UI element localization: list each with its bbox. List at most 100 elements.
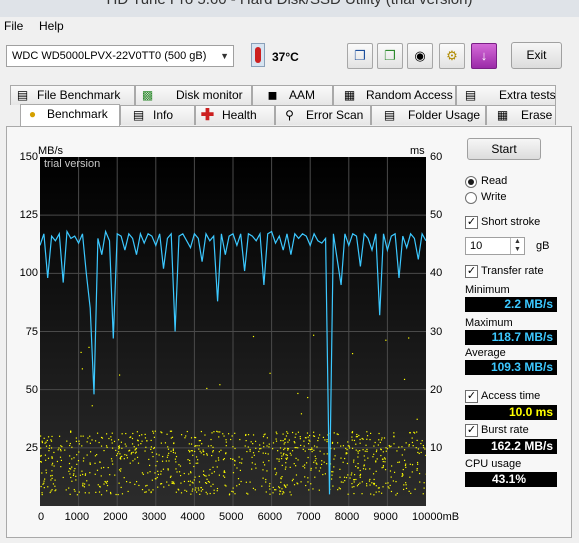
access-time-point xyxy=(190,493,192,495)
access-time-point xyxy=(109,491,112,494)
burst-rate-checkbox[interactable]: ✓ xyxy=(465,424,478,437)
access-time-point xyxy=(419,481,421,483)
tab-folder-usage[interactable]: ▤ Folder Usage xyxy=(371,105,486,125)
access-time-point xyxy=(99,461,101,463)
access-time-point xyxy=(183,472,185,475)
access-time-point xyxy=(94,462,96,464)
tab-error-scan[interactable]: ⚲ Error Scan xyxy=(275,105,371,125)
access-time-point xyxy=(45,445,48,447)
access-time-point xyxy=(361,437,363,440)
tab-file-benchmark[interactable]: ▤ File Benchmark xyxy=(10,85,135,105)
options-button[interactable]: ⚙ xyxy=(439,43,465,69)
access-time-point xyxy=(340,445,342,447)
tab-health[interactable]: ✚ Health xyxy=(195,105,275,125)
transfer-rate-label[interactable]: Transfer rate xyxy=(481,265,544,277)
access-time-point xyxy=(192,488,194,490)
write-radio[interactable] xyxy=(465,192,477,204)
tab-benchmark[interactable]: ● Benchmark xyxy=(20,104,120,126)
access-time-point xyxy=(396,492,398,495)
access-time-point xyxy=(401,446,403,448)
access-time-point xyxy=(375,450,378,453)
access-time-point xyxy=(351,436,353,438)
tab-random-access[interactable]: ▦ Random Access xyxy=(333,85,456,105)
access-time-point xyxy=(188,473,190,475)
spin-up-icon[interactable]: ▲ xyxy=(514,238,521,245)
access-time-point xyxy=(189,484,191,486)
write-label[interactable]: Write xyxy=(481,191,506,203)
exit-button[interactable]: Exit xyxy=(511,42,562,69)
burst-rate-label[interactable]: Burst rate xyxy=(481,424,529,436)
access-time-point xyxy=(269,493,271,495)
access-time-point xyxy=(148,458,150,461)
access-time-point xyxy=(211,454,213,457)
access-time-point xyxy=(98,491,101,493)
access-time-point xyxy=(280,439,282,442)
read-label[interactable]: Read xyxy=(481,175,507,187)
start-button[interactable]: Start xyxy=(467,138,541,160)
access-time-point xyxy=(132,432,134,435)
access-time-point xyxy=(68,462,71,465)
access-time-point xyxy=(411,437,413,439)
access-time-label[interactable]: Access time xyxy=(481,390,540,402)
copy-icon: ❐ xyxy=(354,48,366,63)
access-time-point xyxy=(120,468,122,470)
access-time-point xyxy=(375,485,377,487)
access-time-point xyxy=(383,457,386,459)
access-time-point xyxy=(100,436,103,439)
access-time-point xyxy=(324,473,326,475)
access-time-point xyxy=(86,454,88,456)
access-time-point xyxy=(268,443,270,445)
access-time-point xyxy=(166,481,168,483)
benchmark-icon: ● xyxy=(28,107,37,121)
access-time-point xyxy=(404,464,407,466)
tab-aam[interactable]: ◼ AAM xyxy=(252,85,333,105)
access-time-point xyxy=(368,480,371,482)
copy-all-button[interactable]: ❐ xyxy=(377,43,403,69)
access-time-point xyxy=(50,479,52,481)
screenshot-button[interactable]: ◉ xyxy=(407,43,433,69)
copy-info-button[interactable]: ❐ xyxy=(347,43,373,69)
access-time-point xyxy=(172,451,175,454)
access-time-point xyxy=(212,446,214,448)
spin-down-icon[interactable]: ▼ xyxy=(514,246,521,253)
access-time-point xyxy=(232,472,235,474)
magnifier-icon: ⚲ xyxy=(285,108,294,122)
access-time-point xyxy=(382,465,385,467)
read-radio[interactable] xyxy=(465,176,477,188)
access-time-point xyxy=(121,433,123,435)
short-stroke-spinner[interactable]: ▲ ▼ xyxy=(510,238,524,254)
access-time-checkbox[interactable]: ✓ xyxy=(465,390,478,403)
menu-file[interactable]: File xyxy=(4,19,23,33)
access-time-point xyxy=(218,451,220,453)
access-time-point xyxy=(194,476,196,478)
access-time-point xyxy=(94,455,97,457)
short-stroke-label[interactable]: Short stroke xyxy=(481,216,540,228)
access-time-point xyxy=(189,471,192,473)
access-time-point xyxy=(380,454,382,457)
access-time-point xyxy=(224,484,226,486)
access-time-point xyxy=(204,434,206,436)
access-time-point xyxy=(46,439,48,442)
access-time-point xyxy=(398,446,400,448)
access-time-point xyxy=(356,485,359,487)
transfer-rate-checkbox[interactable]: ✓ xyxy=(465,265,478,278)
tab-extra-tests[interactable]: ▤ Extra tests xyxy=(456,85,556,105)
save-button[interactable]: ↓ xyxy=(471,43,497,69)
tab-erase[interactable]: ▦ Erase xyxy=(486,105,556,125)
access-time-point xyxy=(73,470,75,472)
tab-disk-monitor[interactable]: ▩ Disk monitor xyxy=(135,85,252,105)
tab-info[interactable]: ▤ Info xyxy=(120,105,195,125)
access-time-point xyxy=(252,487,255,489)
access-time-point xyxy=(373,494,375,496)
menu-help[interactable]: Help xyxy=(39,19,64,33)
access-time-point xyxy=(322,473,324,476)
access-time-point xyxy=(367,457,369,459)
access-time-point xyxy=(137,440,139,442)
short-stroke-checkbox[interactable]: ✓ xyxy=(465,216,478,229)
access-time-point xyxy=(149,471,151,473)
access-time-point xyxy=(375,491,377,493)
drive-select[interactable]: WDC WD5000LPVX-22V0TT0 (500 gB) ▼ xyxy=(6,45,234,67)
access-time-point xyxy=(180,434,183,436)
access-time-point xyxy=(304,476,306,478)
access-time-point xyxy=(324,439,326,441)
